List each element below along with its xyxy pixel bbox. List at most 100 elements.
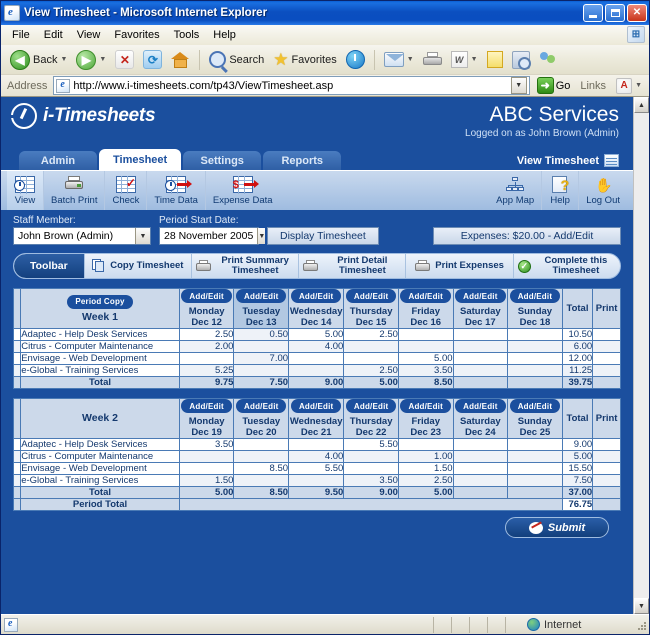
copy-timesheet-button[interactable]: Copy Timesheet [83, 254, 191, 278]
hours-cell[interactable] [507, 474, 563, 487]
menu-item-help[interactable]: Help [206, 27, 243, 43]
scroll-down-button[interactable]: ▼ [634, 598, 649, 614]
hours-cell[interactable]: 4.00 [288, 450, 345, 463]
scroll-up-button[interactable]: ▲ [634, 97, 649, 113]
expenses-add-edit-button[interactable]: Expenses: $20.00 - Add/Edit [433, 227, 621, 245]
ribbon-item-view[interactable]: View [7, 171, 44, 210]
hours-cell[interactable]: 3.50 [343, 474, 399, 487]
period-start-select[interactable]: 28 November 2005 ▼ [159, 227, 266, 245]
resize-grip[interactable] [635, 619, 647, 631]
hours-cell[interactable]: 2.50 [178, 328, 235, 341]
add-edit-button[interactable]: Add/Edit [509, 399, 561, 413]
hours-cell[interactable] [397, 328, 454, 341]
hours-cell[interactable] [288, 364, 345, 377]
acrobat-button[interactable]: A ▼ [612, 76, 646, 96]
hours-cell[interactable]: 5.00 [288, 328, 345, 341]
hours-cell[interactable]: 5.25 [178, 364, 235, 377]
hours-cell[interactable] [343, 450, 399, 463]
menu-item-tools[interactable]: Tools [167, 27, 207, 43]
hours-cell[interactable] [507, 352, 563, 365]
chevron-down-icon[interactable]: ▼ [257, 228, 266, 244]
hours-cell[interactable] [452, 462, 509, 475]
menu-item-view[interactable]: View [70, 27, 108, 43]
hours-cell[interactable] [178, 352, 235, 365]
search-button[interactable]: Search [205, 49, 268, 70]
row-print-cell[interactable] [592, 462, 621, 475]
hours-cell[interactable] [397, 438, 454, 451]
add-edit-button[interactable]: Add/Edit [455, 399, 506, 413]
hours-cell[interactable] [452, 352, 509, 365]
ribbon-item-check[interactable]: ✓ Check [105, 171, 148, 210]
row-print-cell[interactable] [592, 438, 621, 451]
hours-cell[interactable]: 8.50 [233, 462, 290, 475]
add-edit-button[interactable]: Add/Edit [236, 399, 287, 413]
hours-cell[interactable]: 1.50 [397, 462, 454, 475]
staff-member-select[interactable]: John Brown (Admin) ▼ [13, 227, 151, 245]
hours-cell[interactable]: 2.00 [178, 340, 235, 353]
hours-cell[interactable] [288, 474, 345, 487]
hours-cell[interactable] [178, 450, 235, 463]
add-edit-button[interactable]: Add/Edit [236, 289, 287, 303]
hours-cell[interactable]: 2.50 [343, 364, 399, 377]
print-button[interactable] [419, 50, 446, 70]
ribbon-item-app-map[interactable]: App Map [489, 171, 543, 210]
hours-cell[interactable] [233, 438, 290, 451]
add-edit-button[interactable]: Add/Edit [345, 289, 397, 303]
mail-button[interactable]: ▼ [380, 50, 418, 69]
hours-cell[interactable] [343, 462, 399, 475]
print-detail-timesheet-button[interactable]: Print Detail Timesheet [298, 254, 405, 278]
tab-timesheet[interactable]: Timesheet [99, 149, 182, 170]
minimize-button[interactable] [583, 4, 603, 22]
links-label[interactable]: Links [577, 80, 609, 92]
add-edit-button[interactable]: Add/Edit [400, 289, 451, 303]
edit-word-button[interactable]: W ▼ [447, 49, 482, 70]
menu-item-file[interactable]: File [5, 27, 37, 43]
ribbon-item-time-data[interactable]: Time Data [147, 171, 206, 210]
hours-cell[interactable] [288, 438, 345, 451]
hours-cell[interactable]: 2.50 [397, 474, 454, 487]
hours-cell[interactable]: 2.50 [343, 328, 399, 341]
hours-cell[interactable] [233, 340, 290, 353]
add-edit-button[interactable]: Add/Edit [181, 289, 232, 303]
hours-cell[interactable] [507, 450, 563, 463]
chevron-down-icon[interactable]: ▼ [135, 228, 150, 244]
history-button[interactable] [342, 48, 369, 71]
hours-cell[interactable] [452, 364, 509, 377]
row-print-cell[interactable] [592, 352, 621, 365]
submit-button[interactable]: Submit [505, 517, 609, 538]
hours-cell[interactable] [233, 474, 290, 487]
go-button[interactable]: ➜ Go [533, 77, 575, 94]
display-timesheet-button[interactable]: Display Timesheet [267, 227, 379, 245]
hours-cell[interactable] [397, 340, 454, 353]
address-input[interactable]: http://www.i-timesheets.com/tp43/ViewTim… [53, 76, 530, 95]
page-scrollbar[interactable]: ▲ ▼ [633, 97, 649, 614]
hours-cell[interactable]: 3.50 [178, 438, 235, 451]
hours-cell[interactable]: 4.00 [288, 340, 345, 353]
tab-reports[interactable]: Reports [263, 151, 342, 170]
ribbon-item-log-out[interactable]: ✋ Log Out [579, 171, 627, 210]
research-button[interactable] [508, 49, 534, 71]
hours-cell[interactable] [507, 438, 563, 451]
menu-item-edit[interactable]: Edit [37, 27, 70, 43]
hours-cell[interactable]: 1.00 [397, 450, 454, 463]
print-expenses-button[interactable]: Print Expenses [405, 254, 512, 278]
print-summary-timesheet-button[interactable]: Print Summary Timesheet [190, 254, 298, 278]
hours-cell[interactable] [452, 474, 509, 487]
complete-timesheet-button[interactable]: ✓ Complete this Timesheet [512, 254, 620, 278]
ribbon-item-batch-print[interactable]: Batch Print [44, 171, 106, 210]
ribbon-item-help[interactable]: Help [542, 171, 580, 210]
hours-cell[interactable] [452, 450, 509, 463]
hours-cell[interactable] [507, 364, 563, 377]
hours-cell[interactable]: 7.00 [233, 352, 290, 365]
row-print-cell[interactable] [592, 474, 621, 487]
messenger-button[interactable] [535, 49, 561, 70]
add-edit-button[interactable]: Add/Edit [509, 289, 561, 303]
row-print-cell[interactable] [592, 450, 621, 463]
row-print-cell[interactable] [592, 328, 621, 341]
hours-cell[interactable] [343, 352, 399, 365]
menu-item-favorites[interactable]: Favorites [107, 27, 166, 43]
hours-cell[interactable] [452, 438, 509, 451]
hours-cell[interactable]: 5.00 [397, 352, 454, 365]
add-edit-button[interactable]: Add/Edit [400, 399, 451, 413]
notes-button[interactable] [483, 49, 507, 70]
